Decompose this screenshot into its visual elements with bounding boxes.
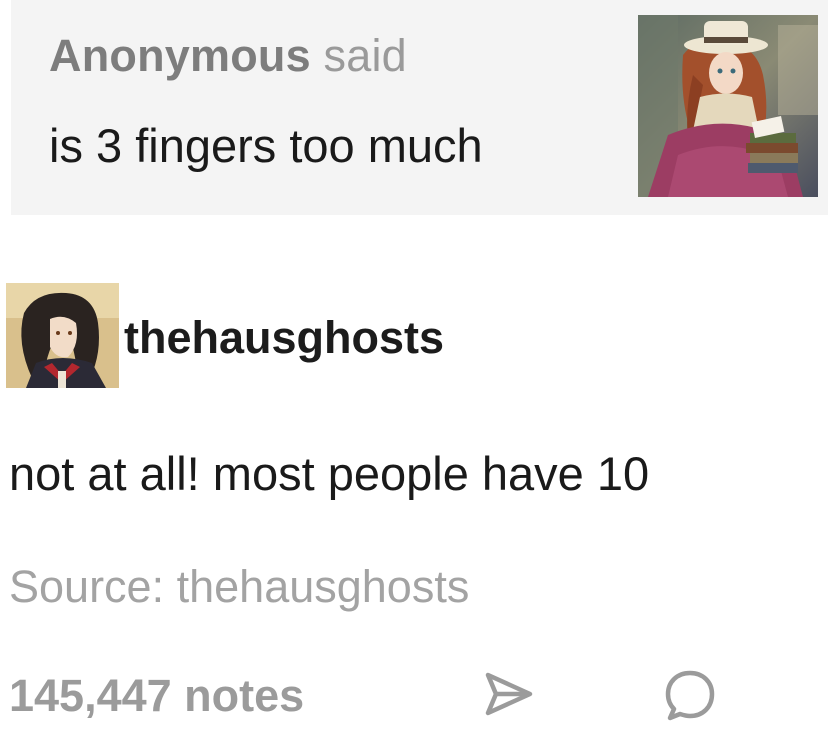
notes-count[interactable]: 145,447 notes xyxy=(9,670,304,722)
speech-bubble-icon xyxy=(665,670,715,721)
said-label: said xyxy=(323,30,407,81)
tumblr-post: Anonymous said is 3 fingers too much the… xyxy=(0,0,828,737)
ask-header: Anonymous said xyxy=(49,30,407,82)
source-link[interactable]: thehausghosts xyxy=(177,561,470,612)
answerer-blog-name[interactable]: thehausghosts xyxy=(124,312,444,364)
asker-avatar[interactable] xyxy=(638,15,818,197)
answerer-avatar[interactable] xyxy=(6,283,119,388)
ask-box: Anonymous said is 3 fingers too much xyxy=(11,0,828,215)
asker-name[interactable]: Anonymous xyxy=(49,30,311,81)
reply-button[interactable] xyxy=(662,668,718,722)
source-line: Source: thehausghosts xyxy=(9,561,469,613)
answer-text: not at all! most people have 10 xyxy=(9,447,650,500)
ask-question: is 3 fingers too much xyxy=(49,119,483,172)
share-button[interactable] xyxy=(484,671,534,717)
source-label: Source: xyxy=(9,561,165,612)
paper-plane-icon xyxy=(485,672,533,716)
